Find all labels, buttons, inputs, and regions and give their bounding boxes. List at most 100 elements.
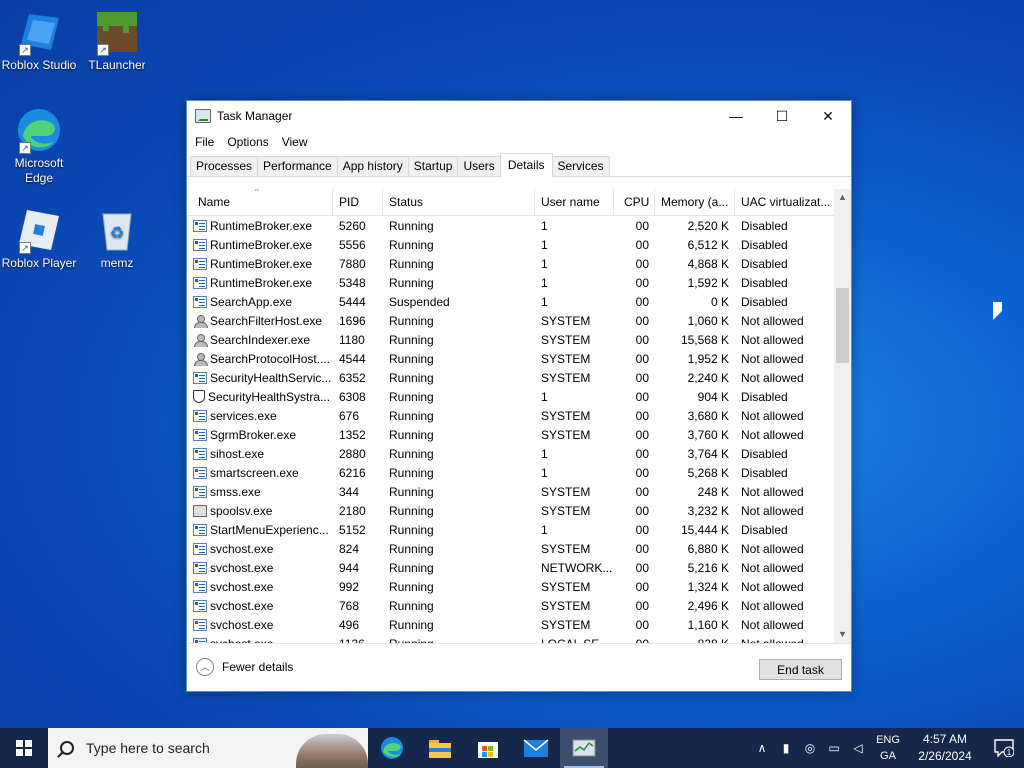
status-cell: Running bbox=[389, 313, 434, 328]
uac-cell: Disabled bbox=[741, 389, 788, 404]
table-row[interactable]: RuntimeBroker.exe 5260 Running 1 00 2,520 K Di… bbox=[187, 216, 851, 235]
table-header: ^ Name PID Status User name CPU Memory (… bbox=[187, 189, 851, 216]
minimize-button[interactable]: — bbox=[713, 101, 759, 131]
desktop-icon-tlauncher[interactable]: ↗ TLauncher bbox=[78, 8, 156, 73]
column-header-user-name[interactable]: User name bbox=[535, 189, 614, 216]
menu-options[interactable]: Options bbox=[222, 135, 273, 149]
tab-processes[interactable]: Processes bbox=[190, 156, 259, 176]
table-row[interactable]: RuntimeBroker.exe 5348 Running 1 00 1,592 K Di… bbox=[187, 273, 851, 292]
status-cell: Running bbox=[389, 579, 434, 594]
column-header-memory[interactable]: Memory (a... bbox=[655, 189, 735, 216]
status-cell: Running bbox=[389, 237, 434, 252]
table-row[interactable]: RuntimeBroker.exe 7880 Running 1 00 4,868 K Di… bbox=[187, 254, 851, 273]
end-task-button[interactable]: End task bbox=[759, 659, 842, 680]
column-header-pid[interactable]: PID bbox=[333, 189, 383, 216]
taskbar-store[interactable] bbox=[464, 728, 512, 768]
table-row[interactable]: sihost.exe 2880 Running 1 00 3,764 K Disabled bbox=[187, 444, 851, 463]
table-row[interactable]: RuntimeBroker.exe 5556 Running 1 00 6,512 K Di… bbox=[187, 235, 851, 254]
tab-performance[interactable]: Performance bbox=[257, 156, 338, 176]
process-name-cell: svchost.exe bbox=[187, 542, 333, 556]
pid-cell: 1180 bbox=[339, 332, 365, 347]
table-row[interactable]: SgrmBroker.exe 1352 Running SYSTEM 00 3,760 K… bbox=[187, 425, 851, 444]
usb-device-icon[interactable]: ▮ bbox=[774, 741, 798, 755]
table-row[interactable]: SecurityHealthSystra... 6308 Running 1 00 904… bbox=[187, 387, 851, 406]
memory-cell: 3,680 K bbox=[687, 408, 729, 423]
table-row[interactable]: svchost.exe 496 Running SYSTEM 00 1,160 K Not … bbox=[187, 615, 851, 634]
volume-muted-icon[interactable]: ◁ bbox=[846, 741, 870, 755]
table-row[interactable]: SearchProtocolHost.... 4544 Running SYSTEM 0… bbox=[187, 349, 851, 368]
start-button[interactable] bbox=[0, 728, 48, 768]
desktop-icon-roblox-player[interactable]: ↗ Roblox Player bbox=[0, 206, 78, 271]
table-row[interactable]: svchost.exe1136RunningLOCAL SE...00828 K… bbox=[187, 634, 851, 643]
process-name: SecurityHealthServic... bbox=[210, 370, 332, 385]
table-row[interactable]: SearchFilterHost.exe 1696 Running SYSTEM 00 1… bbox=[187, 311, 851, 330]
desktop-icon-roblox-studio[interactable]: ↗ Roblox Studio bbox=[0, 8, 78, 73]
table-row[interactable]: SecurityHealthServic... 6352 Running SYSTEM… bbox=[187, 368, 851, 387]
status-cell: Running bbox=[389, 218, 434, 233]
uac-cell: Disabled bbox=[741, 522, 788, 537]
table-row[interactable]: spoolsv.exe 2180 Running SYSTEM 00 3,232 K Not… bbox=[187, 501, 851, 520]
column-header-name[interactable]: Name bbox=[187, 189, 333, 216]
menu-file[interactable]: File bbox=[190, 135, 219, 149]
table-row[interactable]: smartscreen.exe 6216 Running 1 00 5,268 K Disa… bbox=[187, 463, 851, 482]
scroll-down-icon[interactable]: ▼ bbox=[834, 626, 851, 643]
taskbar-edge[interactable] bbox=[368, 728, 416, 768]
pid-cell: 6308 bbox=[339, 389, 366, 404]
network-icon[interactable]: ▭ bbox=[822, 741, 846, 755]
status-cell: Running bbox=[389, 389, 434, 404]
user-name-cell: SYSTEM bbox=[541, 617, 591, 632]
cpu-cell: 00 bbox=[635, 522, 649, 537]
menu-view[interactable]: View bbox=[277, 135, 313, 149]
tab-details[interactable]: Details bbox=[499, 153, 553, 177]
maximize-button[interactable]: ☐ bbox=[759, 101, 805, 131]
table-row[interactable]: SearchApp.exe 5444 Suspended 1 00 0 K Disabled bbox=[187, 292, 851, 311]
language-indicator[interactable]: ENG GA bbox=[870, 732, 906, 764]
app-window-icon bbox=[193, 295, 207, 308]
cpu-cell: 00 bbox=[635, 313, 649, 328]
scroll-up-icon[interactable]: ▲ bbox=[834, 189, 851, 206]
table-row[interactable]: svchost.exe 768 Running SYSTEM 00 2,496 K Not … bbox=[187, 596, 851, 615]
table-row[interactable]: StartMenuExperienc... 5152 Running 1 00 15,44… bbox=[187, 520, 851, 539]
taskbar-search[interactable]: Type here to search bbox=[48, 728, 368, 768]
title-bar[interactable]: Task Manager — ☐ ✕ bbox=[187, 101, 851, 131]
column-header-cpu[interactable]: CPU bbox=[614, 189, 655, 216]
taskbar-file-explorer[interactable] bbox=[416, 728, 464, 768]
table-row[interactable]: svchost.exe 992 Running SYSTEM 00 1,324 K Not … bbox=[187, 577, 851, 596]
scroll-thumb[interactable] bbox=[836, 288, 849, 363]
desktop-icon-memz[interactable]: ♻ memz bbox=[78, 206, 156, 271]
desktop-icon-microsoft-edge[interactable]: ↗ Microsoft Edge bbox=[0, 106, 78, 186]
desktop-icon-label: Microsoft Edge bbox=[14, 156, 64, 185]
chevron-up-icon[interactable]: ∧ bbox=[750, 741, 774, 755]
tab-services[interactable]: Services bbox=[551, 156, 610, 176]
fewer-details-button[interactable]: ︿ Fewer details bbox=[196, 658, 293, 676]
table-row[interactable]: smss.exe 344 Running SYSTEM 00 248 K Not allow… bbox=[187, 482, 851, 501]
app-window-icon bbox=[193, 542, 207, 555]
clock[interactable]: 4:57 AM 2/26/2024 bbox=[906, 731, 984, 765]
user-name-cell: SYSTEM bbox=[541, 332, 591, 347]
vertical-scrollbar[interactable]: ▲ ▼ bbox=[834, 189, 851, 643]
table-row[interactable]: svchost.exe 944 Running NETWORK... 00 5,216 K… bbox=[187, 558, 851, 577]
camera-icon[interactable]: ◎ bbox=[798, 741, 822, 755]
process-name-cell: svchost.exe bbox=[187, 618, 333, 632]
close-button[interactable]: ✕ bbox=[805, 101, 851, 131]
pid-cell: 6216 bbox=[339, 465, 366, 480]
mail-icon bbox=[523, 739, 549, 757]
notification-center-button[interactable]: 1 bbox=[984, 728, 1024, 768]
chevron-up-icon: ︿ bbox=[196, 658, 214, 676]
table-row[interactable]: SearchIndexer.exe 1180 Running SYSTEM 00 15,5… bbox=[187, 330, 851, 349]
table-row[interactable]: svchost.exe 824 Running SYSTEM 00 6,880 K Not … bbox=[187, 539, 851, 558]
memory-cell: 3,232 K bbox=[687, 503, 729, 518]
table-row[interactable]: services.exe 676 Running SYSTEM 00 3,680 K Not… bbox=[187, 406, 851, 425]
search-placeholder: Type here to search bbox=[86, 740, 210, 756]
column-header-status[interactable]: Status bbox=[383, 189, 535, 216]
tab-users[interactable]: Users bbox=[457, 156, 501, 176]
cpu-cell: 00 bbox=[635, 389, 649, 404]
taskbar-task-manager[interactable] bbox=[560, 728, 608, 768]
status-cell: Running bbox=[389, 446, 434, 461]
recycle-bin-icon: ♻ bbox=[93, 206, 141, 254]
pid-cell: 2880 bbox=[339, 446, 366, 461]
tab-startup[interactable]: Startup bbox=[407, 156, 459, 176]
taskbar-mail[interactable] bbox=[512, 728, 560, 768]
tab-app-history[interactable]: App history bbox=[336, 156, 409, 176]
column-header-uac[interactable]: UAC virtualizat... bbox=[735, 189, 835, 216]
